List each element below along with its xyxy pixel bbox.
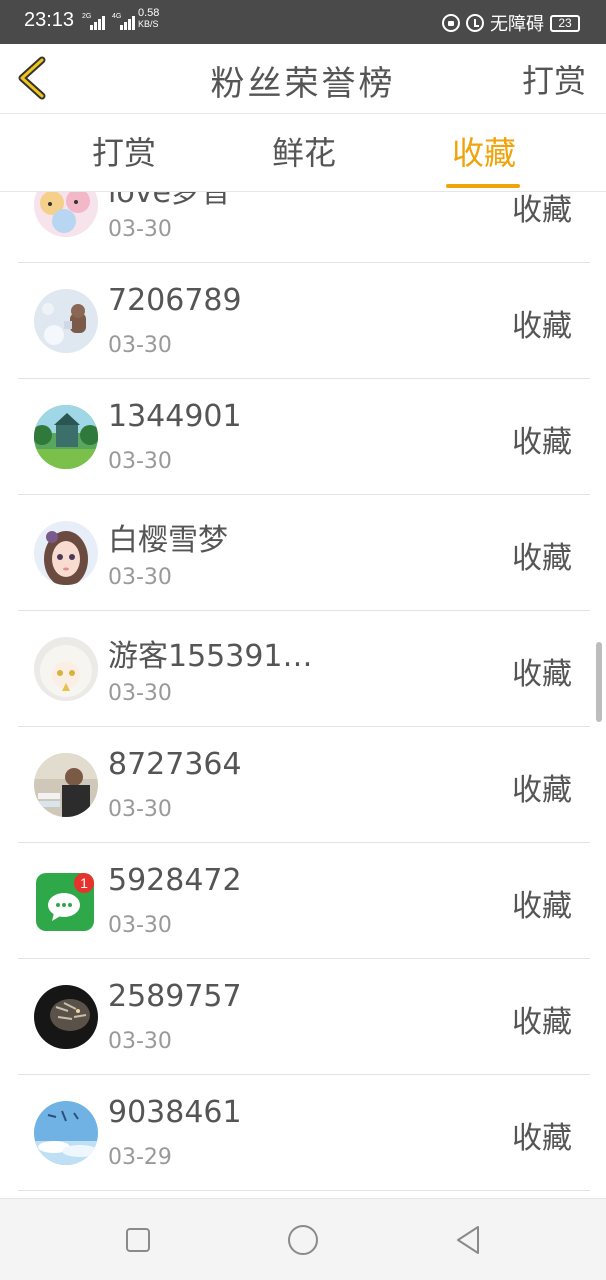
- item-date: 03-30: [108, 333, 172, 358]
- user-name: love梦音: [108, 192, 231, 210]
- item-date: 03-30: [108, 449, 172, 474]
- list-item[interactable]: 1344901 03-30 收藏: [18, 379, 590, 495]
- battery-icon: 23: [550, 14, 580, 32]
- item-date: 03-30: [108, 913, 172, 938]
- system-nav-bar: [0, 1198, 606, 1280]
- app-header: 粉丝荣誉榜 打赏: [0, 44, 606, 114]
- wechat-app-avatar: 1: [36, 873, 94, 931]
- user-name: 2589757: [108, 979, 242, 1014]
- user-name: 5928472: [108, 863, 242, 898]
- network-speed: 0.58 KB/S: [138, 8, 159, 30]
- page-title: 粉丝荣誉榜: [210, 64, 396, 104]
- reward-button[interactable]: 打赏: [522, 56, 586, 102]
- home-icon[interactable]: [286, 1223, 320, 1257]
- list-item[interactable]: 1 5928472 03-30 收藏: [18, 843, 590, 959]
- tab-favorites[interactable]: 收藏: [424, 128, 544, 174]
- status-right: 无障碍 23: [442, 10, 580, 36]
- list-item[interactable]: love梦音 03-30 收藏: [18, 192, 590, 263]
- user-name: 9038461: [108, 1095, 242, 1130]
- favorite-action-label: 收藏: [512, 657, 572, 692]
- favorite-action-label: 收藏: [512, 309, 572, 344]
- item-date: 03-29: [108, 1145, 172, 1170]
- item-date: 03-30: [108, 797, 172, 822]
- item-date: 03-30: [108, 217, 172, 242]
- blue-sky-avatar: [34, 1101, 98, 1165]
- teddy-bear-avatar: [34, 289, 98, 353]
- white-hair-girl-avatar: [34, 637, 98, 701]
- doll-girl-avatar: [34, 521, 98, 585]
- notification-badge: 1: [80, 875, 88, 891]
- network-speed-value: 0.58: [138, 7, 160, 19]
- list-item[interactable]: 8727364 03-30 收藏: [18, 727, 590, 843]
- user-name: 8727364: [108, 747, 242, 782]
- anime-girls-avatar: [34, 192, 98, 237]
- signal-4g-icon: 4G: [112, 13, 135, 30]
- user-name: 游客155391…: [108, 639, 313, 674]
- alarm-icon: [466, 14, 484, 32]
- svg-text:2G: 2G: [82, 13, 91, 20]
- user-name: 白樱雪梦: [108, 523, 228, 558]
- favorite-action-label: 收藏: [512, 1121, 572, 1156]
- user-name: 1344901: [108, 399, 242, 434]
- item-date: 03-30: [108, 1029, 172, 1054]
- user-name: 7206789: [108, 283, 242, 318]
- tab-reward[interactable]: 打赏: [64, 128, 184, 174]
- favorite-action-label: 收藏: [512, 773, 572, 808]
- tab-bar: 打赏 鲜花 收藏: [0, 114, 606, 192]
- back-triangle-icon[interactable]: [452, 1223, 486, 1257]
- tab-flowers[interactable]: 鲜花: [244, 128, 364, 174]
- item-date: 03-30: [108, 565, 172, 590]
- status-bar: 23:13 2G 4G 0.58 KB/S 无障碍 23: [0, 0, 606, 44]
- item-date: 03-30: [108, 681, 172, 706]
- favorite-action-label: 收藏: [512, 541, 572, 576]
- list-item[interactable]: 游客155391… 03-30 收藏: [18, 611, 590, 727]
- house-landscape-avatar: [34, 405, 98, 469]
- status-time: 23:13: [24, 9, 75, 31]
- list-item[interactable]: 9038461 03-29 收藏: [18, 1075, 590, 1191]
- list-item[interactable]: 白樱雪梦 03-30 收藏: [18, 495, 590, 611]
- network-speed-unit: KB/S: [138, 19, 159, 29]
- svg-text:4G: 4G: [112, 13, 121, 20]
- active-tab-indicator: [446, 184, 520, 188]
- accessibility-label: 无障碍: [490, 14, 544, 35]
- fan-list[interactable]: love梦音 03-30 收藏 7206789 03-30 收藏 1344901…: [0, 192, 606, 1198]
- favorite-action-label: 收藏: [512, 889, 572, 924]
- favorite-action-label: 收藏: [512, 193, 572, 228]
- signal-2g-icon: 2G: [82, 13, 105, 30]
- list-item[interactable]: 7206789 03-30 收藏: [18, 263, 590, 379]
- lock-icon: [442, 14, 460, 32]
- favorite-action-label: 收藏: [512, 425, 572, 460]
- list-item[interactable]: 2589757 03-30 收藏: [18, 959, 590, 1075]
- scrollbar[interactable]: [596, 642, 602, 722]
- tiger-avatar: [34, 985, 98, 1049]
- office-man-avatar: [34, 753, 98, 817]
- favorite-action-label: 收藏: [512, 1005, 572, 1040]
- recent-apps-icon[interactable]: [121, 1223, 155, 1257]
